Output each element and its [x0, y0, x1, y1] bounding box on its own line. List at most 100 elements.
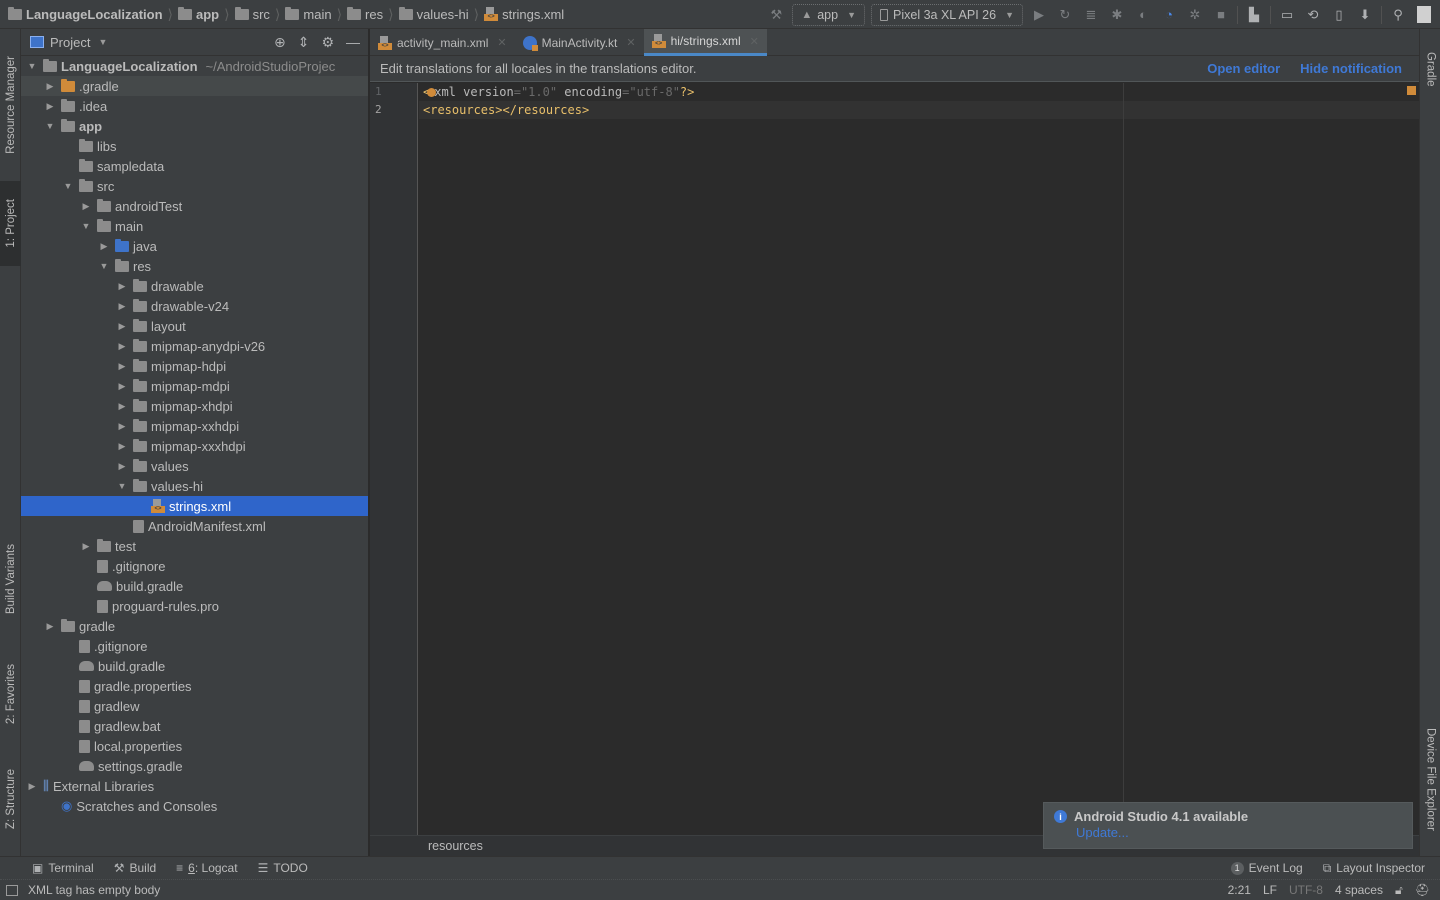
breadcrumb-item[interactable]: app — [177, 6, 219, 22]
tree-item[interactable]: gradlew.bat — [21, 716, 368, 736]
collapsed-arrow-icon[interactable]: ▶ — [25, 781, 39, 792]
tree-item[interactable]: ▼ src — [21, 176, 368, 196]
update-link[interactable]: Update... — [1076, 825, 1402, 840]
collapsed-arrow-icon[interactable]: ▶ — [115, 361, 129, 372]
breadcrumb-item[interactable]: strings.xml — [484, 7, 564, 22]
tree-item[interactable]: ▼ main — [21, 216, 368, 236]
tool-tab-logcat[interactable]: ≡ 6: Logcat — [176, 861, 237, 875]
tree-item[interactable]: ▶ drawable — [21, 276, 368, 296]
build-hammer-icon[interactable]: ⚒ — [766, 5, 786, 25]
tool-tab-terminal[interactable]: ▣ Terminal — [32, 861, 94, 875]
tree-item[interactable]: ▶ mipmap-xxxhdpi — [21, 436, 368, 456]
tool-tab-device-file-explorer[interactable]: Device File Explorer — [1420, 712, 1440, 847]
user-icon[interactable] — [1414, 5, 1434, 25]
tree-item[interactable]: ▶ values — [21, 456, 368, 476]
tree-item[interactable]: ▶ java — [21, 236, 368, 256]
expanded-arrow-icon[interactable]: ▼ — [61, 181, 75, 191]
editor-tab[interactable]: activity_main.xml ✕ — [370, 29, 515, 56]
tool-tab-todo[interactable]: ☰ TODO — [258, 861, 308, 875]
expanded-arrow-icon[interactable]: ▼ — [115, 481, 129, 491]
tool-tab-build[interactable]: ⚒ Build — [114, 861, 156, 875]
tree-item[interactable]: ▼ res — [21, 256, 368, 276]
hide-panel-icon[interactable]: — — [346, 34, 360, 50]
tree-item[interactable]: ▶ layout — [21, 316, 368, 336]
collapsed-arrow-icon[interactable]: ▶ — [115, 381, 129, 392]
tree-item[interactable]: settings.gradle — [21, 756, 368, 776]
tree-item[interactable]: gradlew — [21, 696, 368, 716]
tree-item[interactable]: gradle.properties — [21, 676, 368, 696]
tool-tab-layout-inspector[interactable]: ⧉ Layout Inspector — [1323, 861, 1425, 876]
tree-item[interactable]: ▶ drawable-v24 — [21, 296, 368, 316]
editor-breadcrumb-item[interactable]: resources — [428, 839, 483, 853]
tree-item[interactable]: .gitignore — [21, 636, 368, 656]
collapsed-arrow-icon[interactable]: ▶ — [115, 441, 129, 452]
collapsed-arrow-icon[interactable]: ▶ — [115, 281, 129, 292]
tree-item[interactable]: ▶ .idea — [21, 96, 368, 116]
warning-marker-icon[interactable] — [1407, 86, 1416, 95]
apply-changes-icon[interactable]: ↻ — [1055, 5, 1075, 25]
coverage-icon[interactable]: ◐ — [1133, 5, 1153, 25]
tree-item[interactable]: proguard-rules.pro — [21, 596, 368, 616]
tree-item[interactable]: build.gradle — [21, 656, 368, 676]
collapsed-arrow-icon[interactable]: ▶ — [115, 321, 129, 332]
tree-item[interactable]: ▶ .gradle — [21, 76, 368, 96]
editor-tab[interactable]: MainActivity.kt ✕ — [515, 29, 644, 56]
debug-icon[interactable]: ✱ — [1107, 5, 1127, 25]
tool-tab-build-variants[interactable]: Build Variants — [0, 529, 21, 629]
close-icon[interactable]: ✕ — [750, 35, 759, 48]
stop-icon[interactable]: ■ — [1211, 5, 1231, 25]
close-icon[interactable]: ✕ — [626, 36, 635, 49]
tree-item[interactable]: ▶ test — [21, 536, 368, 556]
tree-item[interactable]: ▼ app — [21, 116, 368, 136]
search-icon[interactable]: ⚲ — [1388, 5, 1408, 25]
apply-code-changes-icon[interactable]: ≣ — [1081, 5, 1101, 25]
collapsed-arrow-icon[interactable]: ▶ — [79, 201, 93, 212]
indent-setting[interactable]: 4 spaces — [1335, 883, 1383, 897]
tree-item[interactable]: ▶ mipmap-xhdpi — [21, 396, 368, 416]
expanded-arrow-icon[interactable]: ▼ — [97, 261, 111, 271]
gear-icon[interactable]: ⚙ — [321, 34, 334, 51]
inspector-hat-icon[interactable]: ⛑︎ — [1415, 883, 1430, 897]
breadcrumb-item[interactable]: src — [234, 6, 270, 22]
update-notification[interactable]: i Android Studio 4.1 available Update... — [1043, 802, 1413, 849]
tree-item[interactable]: ▶ mipmap-xxhdpi — [21, 416, 368, 436]
hide-notification-link[interactable]: Hide notification — [1300, 61, 1402, 76]
collapsed-arrow-icon[interactable]: ▶ — [43, 81, 57, 92]
run-config-select[interactable]: ▲ app ▼ — [792, 3, 865, 26]
open-editor-link[interactable]: Open editor — [1207, 61, 1280, 76]
breadcrumb-item[interactable]: LanguageLocalization — [8, 6, 163, 22]
tool-tab-event-log[interactable]: 1 Event Log — [1230, 861, 1303, 876]
collapsed-arrow-icon[interactable]: ▶ — [115, 461, 129, 472]
tree-item[interactable]: strings.xml — [21, 496, 368, 516]
tree-item[interactable]: ▶ mipmap-mdpi — [21, 376, 368, 396]
tree-item[interactable]: AndroidManifest.xml — [21, 516, 368, 536]
tool-tab-project[interactable]: 1: Project — [0, 181, 21, 266]
lock-icon[interactable]: 🔓︎ — [1395, 883, 1403, 898]
collapsed-arrow-icon[interactable]: ▶ — [115, 401, 129, 412]
tree-item[interactable]: ▼ values-hi — [21, 476, 368, 496]
tree-item[interactable]: .gitignore — [21, 556, 368, 576]
line-separator[interactable]: LF — [1263, 883, 1277, 897]
tree-item[interactable]: ▶ mipmap-hdpi — [21, 356, 368, 376]
breadcrumb-item[interactable]: main — [285, 6, 332, 22]
chevron-down-icon[interactable]: ▼ — [98, 37, 107, 47]
close-icon[interactable]: ✕ — [497, 36, 506, 49]
tree-item[interactable]: ◉ Scratches and Consoles — [21, 796, 368, 816]
caret-position[interactable]: 2:21 — [1228, 883, 1251, 897]
tool-tab-favorites[interactable]: 2: Favorites — [0, 649, 21, 739]
tree-item[interactable]: libs — [21, 136, 368, 156]
expanded-arrow-icon[interactable]: ▼ — [79, 221, 93, 231]
collapsed-arrow-icon[interactable]: ▶ — [115, 341, 129, 352]
tree-item[interactable]: ▶ androidTest — [21, 196, 368, 216]
tool-tab-gradle[interactable]: Gradle — [1420, 37, 1440, 102]
tool-tab-resource-manager[interactable]: Resource Manager — [0, 37, 21, 172]
run-icon[interactable]: ▶ — [1029, 5, 1049, 25]
collapsed-arrow-icon[interactable]: ▶ — [79, 541, 93, 552]
profiler-icon[interactable]: ◔ — [1159, 5, 1179, 25]
project-structure-icon[interactable]: ▙ — [1244, 5, 1264, 25]
avd-manager-icon[interactable]: ▯ — [1329, 5, 1349, 25]
collapsed-arrow-icon[interactable]: ▶ — [97, 241, 111, 252]
tree-item[interactable]: ▶ gradle — [21, 616, 368, 636]
breadcrumb-item[interactable]: values-hi — [398, 6, 469, 22]
file-encoding[interactable]: UTF-8 — [1289, 883, 1323, 897]
